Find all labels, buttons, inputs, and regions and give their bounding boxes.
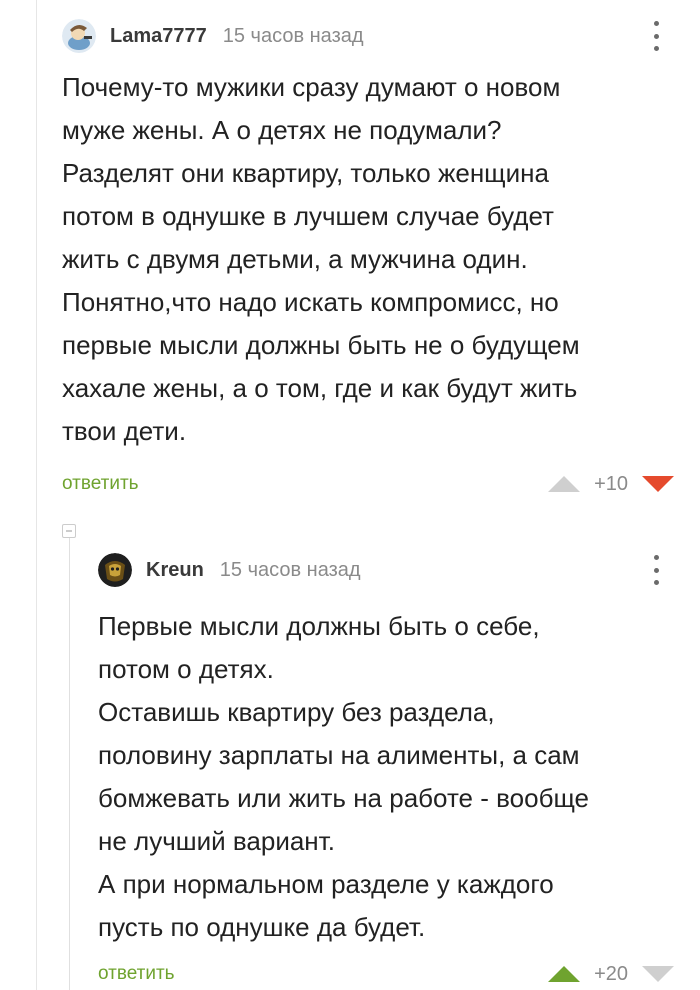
timestamp[interactable]: 15 часов назад	[220, 559, 361, 582]
comment-footer: ответить +20	[98, 959, 700, 989]
rating-count: +10	[594, 472, 628, 495]
more-menu-icon[interactable]	[650, 555, 662, 585]
more-menu-icon[interactable]	[650, 21, 662, 51]
reply-button[interactable]: ответить	[98, 963, 175, 985]
dark-character-avatar-icon	[98, 553, 132, 587]
downvote-icon[interactable]	[642, 476, 674, 492]
vote-controls: +20	[548, 959, 674, 989]
timestamp[interactable]: 15 часов назад	[223, 25, 364, 48]
thread-rail	[36, 0, 37, 990]
upvote-icon[interactable]	[548, 476, 581, 492]
downvote-icon[interactable]	[642, 966, 674, 982]
comment-text: Первые мысли должны быть о себе, потом о…	[98, 611, 590, 942]
username[interactable]: Kreun	[146, 559, 204, 582]
reply-button[interactable]: ответить	[62, 473, 139, 495]
comment-text: Почему-то мужики сразу думают о новом му…	[62, 72, 580, 446]
collapse-thread-icon[interactable]	[62, 524, 76, 538]
avatar[interactable]	[98, 553, 132, 587]
comment-header: Kreun 15 часов назад	[98, 546, 700, 594]
rating-count: +20	[594, 962, 628, 985]
cartoon-character-avatar-icon	[62, 19, 96, 53]
upvote-icon[interactable]	[548, 966, 581, 982]
username[interactable]: Lama7777	[110, 25, 207, 48]
vote-controls: +10	[548, 469, 674, 499]
avatar[interactable]	[62, 19, 96, 53]
comment-footer: ответить +10	[62, 469, 700, 499]
thread-line[interactable]	[69, 538, 70, 990]
comment-header: Lama7777 15 часов назад	[62, 12, 700, 60]
